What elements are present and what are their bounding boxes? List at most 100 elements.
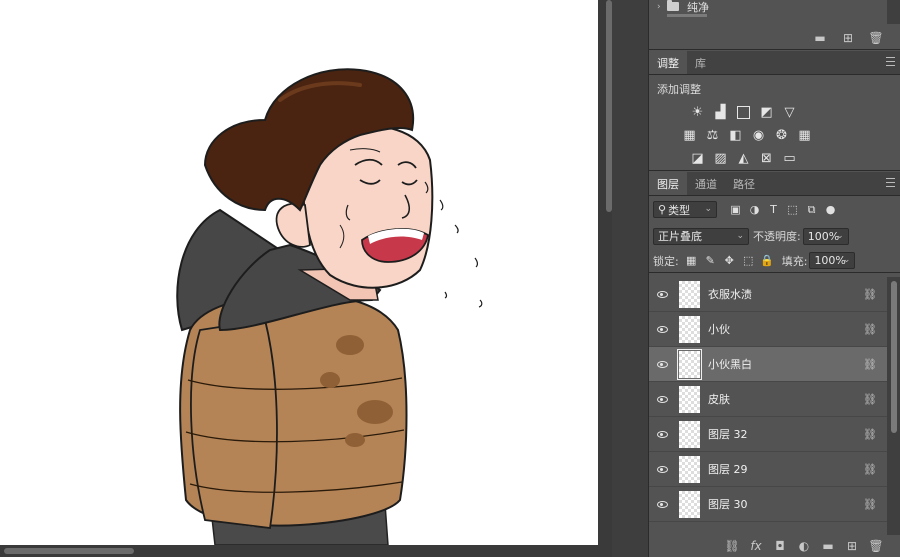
fx-icon[interactable]: fx [749,539,763,553]
layer-thumbnail[interactable] [679,280,700,308]
layer-thumbnail[interactable] [679,490,700,518]
lock-all-icon[interactable]: 🔒 [760,254,774,267]
vertical-scrollbar[interactable] [598,0,612,557]
exposure-icon[interactable]: ◩ [758,104,775,121]
lock-label: 锁定: [653,254,679,268]
chevron-right-icon[interactable]: › [657,2,667,12]
panel-menu-icon[interactable] [886,57,895,66]
layer-row[interactable]: 图层 29 ⛓ [649,452,887,487]
link-icon[interactable]: ⛓ [861,288,879,301]
visibility-toggle[interactable] [649,500,675,508]
layer-thumbnail[interactable] [679,385,700,413]
vibrance-icon[interactable]: ▽ [781,104,798,121]
link-icon[interactable]: ⛓ [861,498,879,511]
new-layer-icon[interactable]: ⊞ [845,539,859,553]
black-white-icon[interactable]: ◧ [727,127,744,144]
canvas-area[interactable] [0,0,598,545]
levels-icon[interactable]: ▟ [712,104,729,121]
layer-scroll-thumb[interactable] [891,281,897,433]
channel-mixer-icon[interactable]: ❂ [773,127,790,144]
selective-color-icon[interactable]: ⊠ [758,150,775,167]
tab-adjustments[interactable]: 调整 [649,51,687,74]
layer-filter-select[interactable]: ⚲ 类型 ⌄ [653,201,717,218]
visibility-toggle[interactable] [649,290,675,298]
link-icon[interactable]: ⛓ [861,393,879,406]
layer-thumbnail[interactable] [679,315,700,343]
layer-name[interactable]: 衣服水渍 [708,286,861,302]
new-group-icon[interactable]: ▬ [821,539,835,553]
link-icon[interactable]: ⛓ [861,358,879,371]
layer-row[interactable]: 衣服水渍 ⛓ [649,277,887,312]
visibility-toggle[interactable] [649,360,675,368]
posterize-icon[interactable]: ▨ [712,150,729,167]
visibility-toggle[interactable] [649,325,675,333]
lock-artboard-icon[interactable]: ⬚ [742,254,755,267]
visibility-toggle[interactable] [649,395,675,403]
color-balance-icon[interactable]: ⚖ [704,127,721,144]
tab-libraries[interactable]: 库 [687,51,714,74]
fill-input[interactable]: 100% ⌄ [809,252,856,269]
eye-icon [656,325,668,333]
filter-smart-object-icon[interactable]: ⧉ [805,203,818,216]
eye-icon [656,430,668,438]
tab-layers[interactable]: 图层 [649,172,687,195]
layer-name[interactable]: 图层 29 [708,461,861,477]
color-lookup-icon[interactable]: ▦ [796,127,813,144]
filter-toggle-icon[interactable]: ● [824,203,837,216]
opacity-input[interactable]: 100% ⌄ [802,227,849,245]
gradient-map-icon[interactable]: ▭ [781,150,798,167]
lock-position-icon[interactable]: ✥ [723,254,736,267]
layer-row[interactable]: 皮肤 ⛓ [649,382,887,417]
link-icon[interactable]: ⛓ [861,428,879,441]
folder-row[interactable]: › 纯净 [649,0,887,14]
filter-pixel-icon[interactable]: ▣ [729,203,742,216]
layer-row[interactable]: 图层 32 ⛓ [649,417,887,452]
lock-pixels-icon[interactable]: ✎ [704,254,717,267]
brightness-icon[interactable]: ☀ [689,104,706,121]
tab-paths[interactable]: 路径 [725,172,763,195]
panel-menu-icon[interactable] [886,178,895,187]
layer-name[interactable]: 小伙黑白 [708,356,861,372]
adjustment-layer-icon[interactable]: ◐ [797,539,811,553]
new-folder-icon[interactable]: ▬ [813,31,827,45]
visibility-toggle[interactable] [649,430,675,438]
threshold-icon[interactable]: ◭ [735,150,752,167]
layer-name[interactable]: 图层 32 [708,426,861,442]
horizontal-scrollbar[interactable] [0,545,598,557]
visibility-toggle[interactable] [649,465,675,473]
curves-icon[interactable] [735,104,752,121]
presets-scrollbar[interactable] [887,0,900,24]
new-item-icon[interactable]: ⊞ [841,31,855,45]
layer-name[interactable]: 小伙 [708,321,861,337]
adjustment-row-3: ◪ ▨ ◭ ⊠ ▭ [649,147,900,170]
trash-icon[interactable]: 🗑 [868,539,883,553]
layer-row[interactable]: 小伙 ⛓ [649,312,887,347]
layer-name[interactable]: 皮肤 [708,391,861,407]
add-mask-icon[interactable]: ◘ [773,539,787,553]
hue-saturation-icon[interactable]: ▦ [681,127,698,144]
layer-thumbnail[interactable] [679,420,700,448]
horizontal-scroll-thumb[interactable] [4,548,134,554]
layer-name[interactable]: 图层 30 [708,496,861,512]
link-layers-icon[interactable]: ⛓ [724,539,739,553]
invert-icon[interactable]: ◪ [689,150,706,167]
layer-row[interactable]: 小伙黑白 ⛓ [649,347,887,382]
filter-shape-icon[interactable]: ⬚ [786,203,799,216]
layers-panel: 图层 通道 路径 ⚲ 类型 ⌄ ▣ ◑ T ⬚ ⧉ ● 正片叠底 ⌄ 不透明度: [649,172,900,557]
link-icon[interactable]: ⛓ [861,463,879,476]
tab-channels[interactable]: 通道 [687,172,725,195]
eye-icon [656,290,668,298]
photo-filter-icon[interactable]: ◉ [750,127,767,144]
layer-thumbnail[interactable] [679,455,700,483]
layer-row[interactable]: 图层 30 ⛓ [649,487,887,522]
trash-icon[interactable]: 🗑 [868,31,883,45]
document-canvas[interactable] [0,0,598,545]
link-icon[interactable]: ⛓ [861,323,879,336]
layer-thumbnail[interactable] [677,348,702,380]
filter-type-icon[interactable]: T [767,203,780,216]
lock-transparent-icon[interactable]: ▦ [685,254,698,267]
blend-mode-select[interactable]: 正片叠底 ⌄ [653,227,749,245]
add-adjustment-label: 添加调整 [657,83,701,96]
layer-list-scrollbar[interactable] [887,277,900,547]
filter-adjustment-icon[interactable]: ◑ [748,203,761,216]
